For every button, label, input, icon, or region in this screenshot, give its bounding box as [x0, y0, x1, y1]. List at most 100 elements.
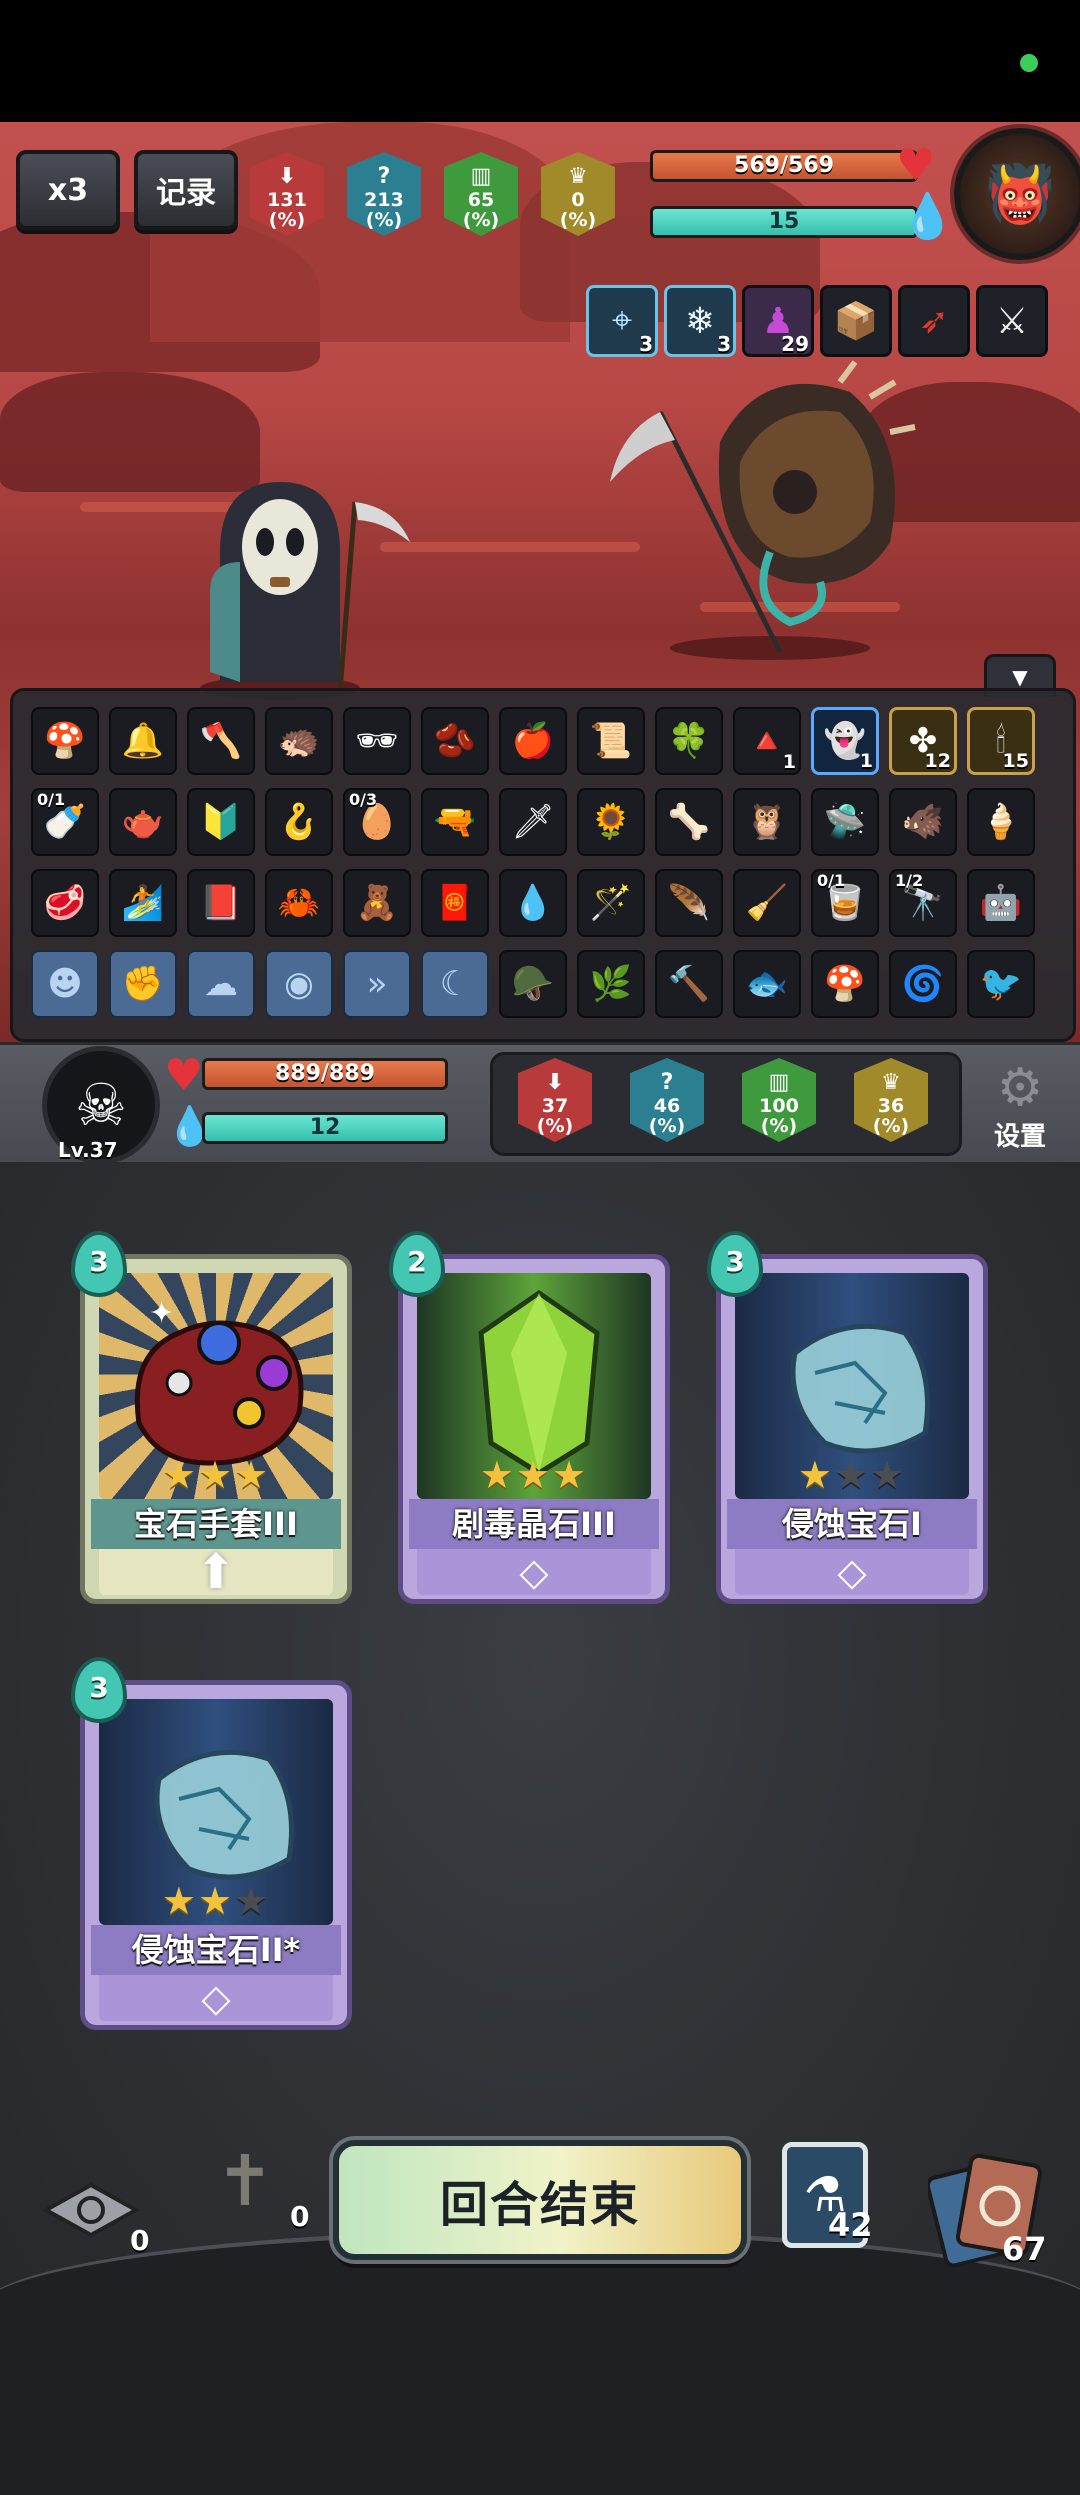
- diamond-icon: ◇: [201, 1976, 231, 2020]
- inventory-slot[interactable]: 🪖: [499, 950, 567, 1018]
- buff-shield-box[interactable]: 📦: [820, 285, 892, 357]
- inventory-slot[interactable]: 🦉: [733, 788, 801, 856]
- card-erosion-gem-1[interactable]: ★★★ 侵蚀宝石I ◇ 3: [707, 1231, 988, 1604]
- settings-button[interactable]: ⚙ 设置: [980, 1060, 1060, 1152]
- relic-icon: 🔫: [433, 802, 477, 842]
- relic-icon: ◉: [284, 964, 314, 1004]
- inventory-slot[interactable]: 🥃 0/1: [811, 869, 879, 937]
- relic-icon: 🫘: [433, 721, 477, 761]
- inventory-slot[interactable]: 🧧: [421, 869, 489, 937]
- buff-count: 29: [781, 332, 809, 356]
- end-turn-label: 回合结束: [439, 2177, 640, 2233]
- buff-target[interactable]: ⌖ 3: [586, 285, 658, 357]
- inventory-slot[interactable]: 🛸: [811, 788, 879, 856]
- card-toxic-crystal[interactable]: ★★★ 剧毒晶石III ◇ 2: [389, 1231, 670, 1604]
- gift-icon: ▥: [470, 164, 492, 189]
- inventory-slot[interactable]: 🪝: [265, 788, 333, 856]
- card-stars: ★★★: [161, 1879, 271, 1923]
- inventory-slot[interactable]: 📕: [187, 869, 255, 937]
- inventory-slot[interactable]: 🕶: [343, 707, 411, 775]
- inventory-slot[interactable]: 🤖: [967, 869, 1035, 937]
- inventory-slot[interactable]: 👻 1: [811, 707, 879, 775]
- card-erosion-gem-2[interactable]: ★★★ 侵蚀宝石II* ◇ 3: [71, 1657, 352, 2030]
- buff-claw[interactable]: ⚔: [976, 285, 1048, 357]
- inventory-slot[interactable]: 🌀: [889, 950, 957, 1018]
- inventory-slot[interactable]: ✊: [109, 950, 177, 1018]
- shield-box-icon: 📦: [833, 301, 879, 342]
- inventory-slot[interactable]: 🕯 15: [967, 707, 1035, 775]
- inventory-slot[interactable]: 🍀: [655, 707, 723, 775]
- card-cost: 2: [389, 1231, 445, 1297]
- relic-icon: »: [366, 964, 388, 1004]
- inventory-slot[interactable]: 🪶: [655, 869, 723, 937]
- heart-icon: ♥: [896, 140, 936, 191]
- end-turn-button[interactable]: 回合结束: [333, 2140, 747, 2260]
- diamond-icon: ◇: [519, 1550, 549, 1594]
- speed-button[interactable]: x3: [16, 150, 120, 230]
- inventory-slot[interactable]: 📜: [577, 707, 645, 775]
- inventory-slot[interactable]: 🌿: [577, 950, 645, 1018]
- inventory-slot[interactable]: 🔫: [421, 788, 489, 856]
- inventory-slot[interactable]: 🧸: [343, 869, 411, 937]
- discard-count: 0: [130, 2224, 150, 2257]
- inventory-slot[interactable]: 🏄: [109, 869, 177, 937]
- inventory-slot[interactable]: 🍼 0/1: [31, 788, 99, 856]
- buff-ghost-portrait[interactable]: ♟ 29: [742, 285, 814, 357]
- inventory-slot[interactable]: 🍄: [31, 707, 99, 775]
- record-button[interactable]: 记录: [134, 150, 238, 230]
- relic-icon: 🥩: [43, 883, 87, 923]
- inventory-slot[interactable]: 🌻: [577, 788, 645, 856]
- relic-icon: 🦔: [277, 721, 321, 761]
- player-stat-value: 46: [653, 1095, 681, 1117]
- inventory-slot[interactable]: 🔨: [655, 950, 723, 1018]
- inventory-slot[interactable]: ✤ 12: [889, 707, 957, 775]
- player-heart-icon: ♥: [164, 1050, 204, 1101]
- inventory-slot[interactable]: 🍄: [811, 950, 879, 1018]
- inventory-slot[interactable]: 🗡: [499, 788, 567, 856]
- relic-icon: 📕: [199, 883, 243, 923]
- inventory-slot[interactable]: 🦴: [655, 788, 723, 856]
- relic-icon: 🪝: [277, 802, 321, 842]
- potion-count: 42: [828, 2206, 873, 2244]
- inventory-slot[interactable]: 🦔: [265, 707, 333, 775]
- enemy-energy-text: 15: [768, 209, 800, 234]
- inventory-slot[interactable]: ◉: [265, 950, 333, 1018]
- card-gem-gauntlet[interactable]: ✦ ★★★ 宝石手套III ⬆ 3: [71, 1231, 352, 1604]
- inventory-slot[interactable]: »: [343, 950, 411, 1018]
- buff-red-gun[interactable]: ➶: [898, 285, 970, 357]
- inventory-slot[interactable]: ☻: [31, 950, 99, 1018]
- inventory-slot[interactable]: ☾: [421, 950, 489, 1018]
- enemy-avatar[interactable]: 👹: [954, 128, 1080, 260]
- inventory-slot[interactable]: 🍎: [499, 707, 567, 775]
- relic-icon: 🤖: [979, 883, 1023, 923]
- inventory-slot[interactable]: 🐗: [889, 788, 957, 856]
- inventory-slot[interactable]: 🫘: [421, 707, 489, 775]
- inventory-slot[interactable]: 🔰: [187, 788, 255, 856]
- inventory-slot[interactable]: 🔭 1/2: [889, 869, 957, 937]
- inventory-slot[interactable]: 🦀: [265, 869, 333, 937]
- relic-icon: ☁: [204, 964, 238, 1004]
- inventory-slot[interactable]: 🐟: [733, 950, 801, 1018]
- inventory-slot[interactable]: 🥩: [31, 869, 99, 937]
- inventory-slot[interactable]: 🫖: [109, 788, 177, 856]
- relic-icon: 🪄: [589, 883, 633, 923]
- buff-freeze[interactable]: ❄ 3: [664, 285, 736, 357]
- enemy-character: [610, 360, 916, 660]
- inventory-slot[interactable]: 🔺 1: [733, 707, 801, 775]
- inventory-slot[interactable]: 💧: [499, 869, 567, 937]
- inventory-slot[interactable]: 🪓: [187, 707, 255, 775]
- relic-icon: 🔨: [667, 964, 711, 1004]
- card-cost: 3: [71, 1231, 127, 1297]
- inventory-slot[interactable]: 🥚 0/3: [343, 788, 411, 856]
- inventory-slot[interactable]: 🍦: [967, 788, 1035, 856]
- inventory-slot[interactable]: 🪄: [577, 869, 645, 937]
- inventory-slot[interactable]: 🐦: [967, 950, 1035, 1018]
- relic-icon: 🔔: [121, 721, 165, 761]
- enemy-hp-text: 569/569: [734, 153, 834, 178]
- player-level: Lv.37: [58, 1138, 118, 1162]
- inventory-slot[interactable]: ☁: [187, 950, 255, 1018]
- card-title: 侵蚀宝石I: [727, 1499, 977, 1549]
- graveyard-button[interactable]: ✝: [190, 2140, 300, 2250]
- inventory-slot[interactable]: 🔔: [109, 707, 177, 775]
- inventory-slot[interactable]: 🧹: [733, 869, 801, 937]
